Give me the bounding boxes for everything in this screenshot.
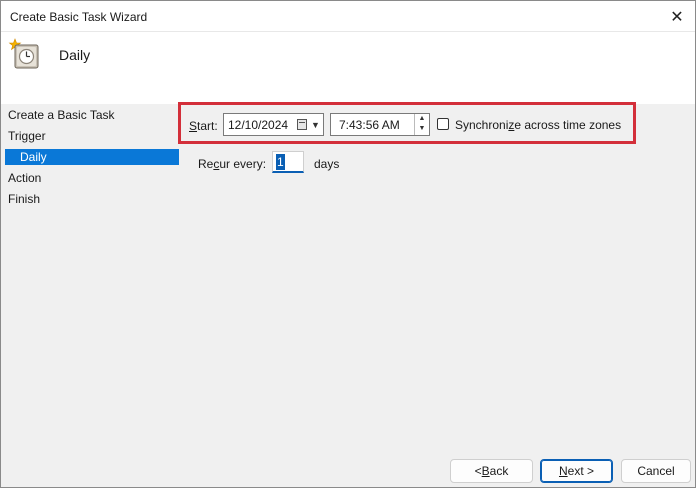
nav-item-action[interactable]: Action [8,171,41,185]
clock-icon [8,38,39,69]
cancel-button[interactable]: Cancel [621,459,691,483]
sync-time-zones-checkbox[interactable] [437,118,449,130]
start-date-value: 12/10/2024 [228,118,289,132]
wizard-header: Daily [1,32,695,104]
page-title: Daily [59,47,91,63]
sync-time-zones-label[interactable]: Synchronize across time zones [455,118,621,132]
nav-item-finish[interactable]: Finish [8,192,40,206]
next-button[interactable]: Next > [540,459,613,483]
start-time-value: 7:43:56 AM [339,118,400,132]
back-button[interactable]: < Back [450,459,533,483]
time-spinner[interactable]: ▲ ▼ [414,114,429,135]
recur-label: Recur every: [198,157,267,171]
chevron-down-icon[interactable]: ▼ [311,120,320,130]
wizard-steps-nav: Create a Basic Task Trigger Daily Action… [1,104,181,487]
wizard-window: Create Basic Task Wizard ✕ Daily Create … [0,0,696,488]
nav-item-create-basic-task[interactable]: Create a Basic Task [8,108,115,122]
start-time-picker[interactable]: 7:43:56 AM ▲ ▼ [330,113,430,136]
recur-unit-label: days [314,157,340,171]
start-date-picker[interactable]: 12/10/2024 ▼ [223,113,324,136]
close-icon: ✕ [670,8,684,26]
nav-item-daily[interactable]: Daily [5,149,179,165]
start-label: Start: [189,119,218,133]
title-bar: Create Basic Task Wizard ✕ [1,1,695,32]
recur-value: 1 [276,154,285,170]
nav-item-trigger[interactable]: Trigger [8,129,46,143]
recur-every-input[interactable]: 1 [272,151,304,173]
close-button[interactable]: ✕ [659,1,695,32]
spin-up-icon[interactable]: ▲ [415,114,429,124]
window-title: Create Basic Task Wizard [10,10,148,24]
calendar-icon[interactable] [297,119,307,130]
spin-down-icon[interactable]: ▼ [415,124,429,134]
